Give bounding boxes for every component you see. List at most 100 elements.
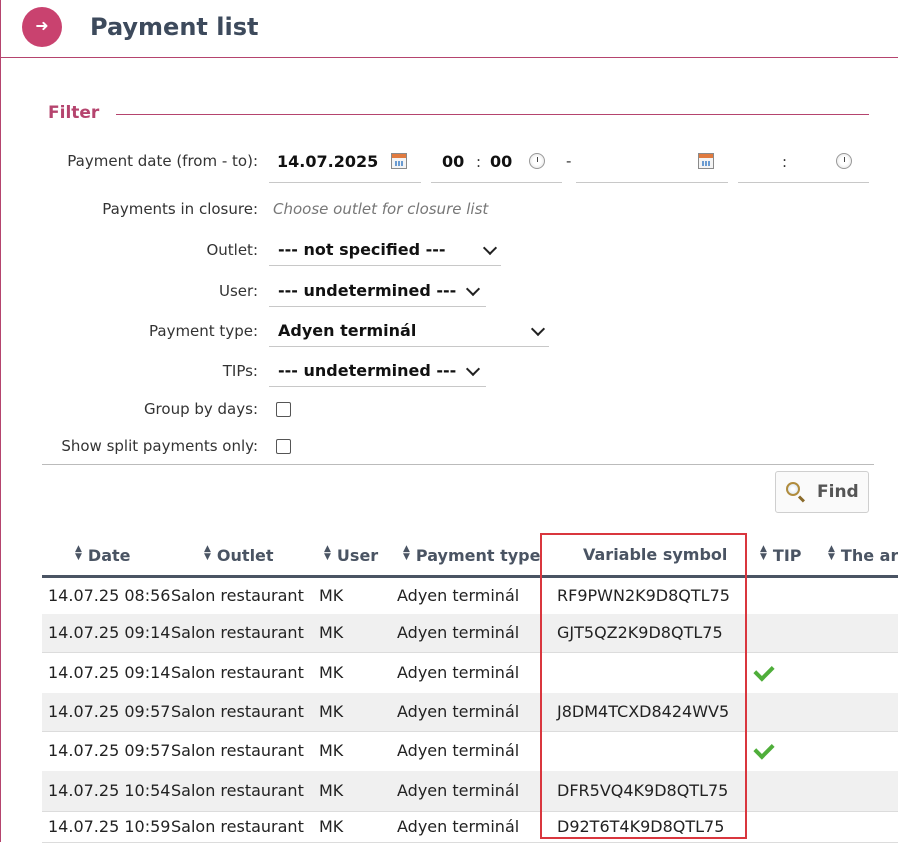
cell-variable-symbol: D92T6T4K9D8QTL75 (557, 817, 725, 836)
column-header-payment-type[interactable]: ▲ ▼ Payment type (403, 544, 540, 566)
cell-payment-type: Adyen terminál (397, 817, 520, 836)
user-select-value: --- undetermined --- (278, 281, 457, 300)
closure-label: Payments in closure: (102, 200, 258, 218)
arrow-right-icon: ➜ (35, 16, 49, 35)
date-to-field[interactable] (576, 148, 728, 183)
split-only-checkbox[interactable] (276, 439, 291, 454)
group-by-days-checkbox[interactable] (276, 402, 291, 417)
cell-date: 14.07.25 10:54 (48, 781, 171, 800)
column-header-date[interactable]: ▲ ▼ Date (75, 544, 131, 566)
cell-payment-type: Adyen terminál (397, 586, 520, 605)
time-from-field[interactable]: 00 : 00 (431, 148, 562, 183)
chevron-down-icon (465, 281, 481, 297)
cell-date: 14.07.25 09:57 (48, 741, 171, 760)
cell-payment-type: Adyen terminál (397, 781, 520, 800)
cell-date: 14.07.25 09:14 (48, 623, 171, 642)
cell-date: 14.07.25 10:59 (48, 817, 171, 836)
page-title: Payment list (90, 13, 259, 41)
cell-user: MK (319, 817, 344, 836)
cell-user: MK (319, 586, 344, 605)
back-button[interactable]: ➜ (22, 7, 62, 47)
cell-outlet: Salon restaurant (171, 741, 304, 760)
table-row[interactable]: 14.07.25 10:54 Salon restaurant MK Adyen te… (42, 771, 898, 812)
filter-divider (116, 114, 869, 115)
cell-date: 14.07.25 09:14 (48, 663, 171, 682)
split-only-label: Show split payments only: (61, 437, 258, 455)
time-from-minutes: 00 (490, 152, 513, 171)
cell-date: 14.07.25 08:56 (48, 586, 171, 605)
magnifier-icon (786, 482, 800, 496)
cell-payment-type: Adyen terminál (397, 663, 520, 682)
outlet-select-value: --- not specified --- (278, 240, 446, 259)
clock-icon[interactable] (529, 153, 545, 169)
chevron-down-icon (482, 240, 498, 256)
filter-heading: Filter (48, 103, 100, 123)
table-row[interactable]: 14.07.25 08:56 Salon restaurant MK Adyen te… (42, 578, 898, 615)
tips-select-value: --- undetermined --- (278, 361, 457, 380)
user-label: User: (219, 282, 258, 300)
filter-bottom-divider (42, 464, 874, 465)
find-button[interactable]: Find (775, 471, 869, 513)
payment-type-select-value: Adyen terminál (278, 321, 417, 340)
sort-icon: ▲ ▼ (204, 544, 211, 562)
find-button-label: Find (817, 482, 859, 502)
calendar-icon[interactable] (391, 153, 407, 169)
cell-outlet: Salon restaurant (171, 586, 304, 605)
calendar-icon[interactable] (698, 153, 714, 169)
cell-user: MK (319, 623, 344, 642)
date-from-field[interactable]: 14.07.2025 (269, 148, 421, 183)
cell-date: 14.07.25 09:57 (48, 702, 171, 721)
tip-check-icon (753, 660, 775, 682)
group-by-days-label: Group by days: (143, 400, 258, 418)
cell-payment-type: Adyen terminál (397, 702, 520, 721)
left-accent-border (0, 0, 1, 842)
cell-variable-symbol: RF9PWN2K9D8QTL75 (557, 586, 730, 605)
cell-user: MK (319, 781, 344, 800)
column-header-tip[interactable]: ▲ ▼ TIP (760, 544, 802, 566)
time-colon: : (476, 153, 482, 171)
tips-select[interactable]: --- undetermined --- (269, 358, 486, 387)
chevron-down-icon (530, 321, 546, 337)
cell-outlet: Salon restaurant (171, 781, 304, 800)
clock-icon[interactable] (836, 153, 852, 169)
user-select[interactable]: --- undetermined --- (269, 278, 486, 307)
cell-variable-symbol: GJT5QZ2K9D8QTL75 (557, 623, 723, 642)
sort-icon: ▲ ▼ (75, 544, 82, 562)
column-header-user[interactable]: ▲ ▼ User (324, 544, 378, 566)
range-dash: - (566, 152, 572, 170)
outlet-label: Outlet: (206, 241, 258, 259)
column-header-variable-symbol[interactable]: Variable symbol (583, 545, 727, 564)
table-row[interactable]: 14.07.25 09:57 Salon restaurant MK Adyen te… (42, 731, 898, 772)
cell-outlet: Salon restaurant (171, 702, 304, 721)
time-from-hours: 00 (442, 152, 465, 171)
column-header-outlet[interactable]: ▲ ▼ Outlet (204, 544, 274, 566)
payment-type-label: Payment type: (149, 322, 258, 340)
sort-icon: ▲ ▼ (324, 544, 331, 562)
cell-user: MK (319, 702, 344, 721)
cell-variable-symbol: DFR5VQ4K9D8QTL75 (557, 781, 729, 800)
table-row[interactable]: 14.07.25 09:14 Salon restaurant MK Adyen te… (42, 614, 898, 653)
cell-variable-symbol: J8DM4TCXD8424WV5 (557, 702, 730, 721)
cell-outlet: Salon restaurant (171, 817, 304, 836)
cell-outlet: Salon restaurant (171, 663, 304, 682)
column-header-amount[interactable]: ▲ ▼ The ar (828, 545, 898, 566)
payment-type-select[interactable]: Adyen terminál (269, 318, 549, 347)
sort-icon: ▲ ▼ (760, 544, 767, 562)
cell-payment-type: Adyen terminál (397, 741, 520, 760)
cell-user: MK (319, 741, 344, 760)
cell-outlet: Salon restaurant (171, 623, 304, 642)
table-row[interactable]: 14.07.25 10:59 Salon restaurant MK Adyen te… (42, 811, 898, 843)
outlet-select[interactable]: --- not specified --- (269, 237, 501, 266)
page-header: ➜ Payment list (0, 0, 898, 58)
table-row[interactable]: 14.07.25 09:57 Salon restaurant MK Adyen te… (42, 693, 898, 732)
tips-label: TIPs: (222, 362, 258, 380)
chevron-down-icon (465, 361, 481, 377)
sort-icon: ▲ ▼ (403, 544, 410, 562)
cell-payment-type: Adyen terminál (397, 623, 520, 642)
tip-check-icon (753, 738, 775, 760)
cell-user: MK (319, 663, 344, 682)
time-to-field[interactable]: : (738, 148, 869, 183)
closure-placeholder: Choose outlet for closure list (273, 200, 489, 218)
table-row[interactable]: 14.07.25 09:14 Salon restaurant MK Adyen te… (42, 652, 898, 694)
time-colon: : (782, 153, 788, 171)
